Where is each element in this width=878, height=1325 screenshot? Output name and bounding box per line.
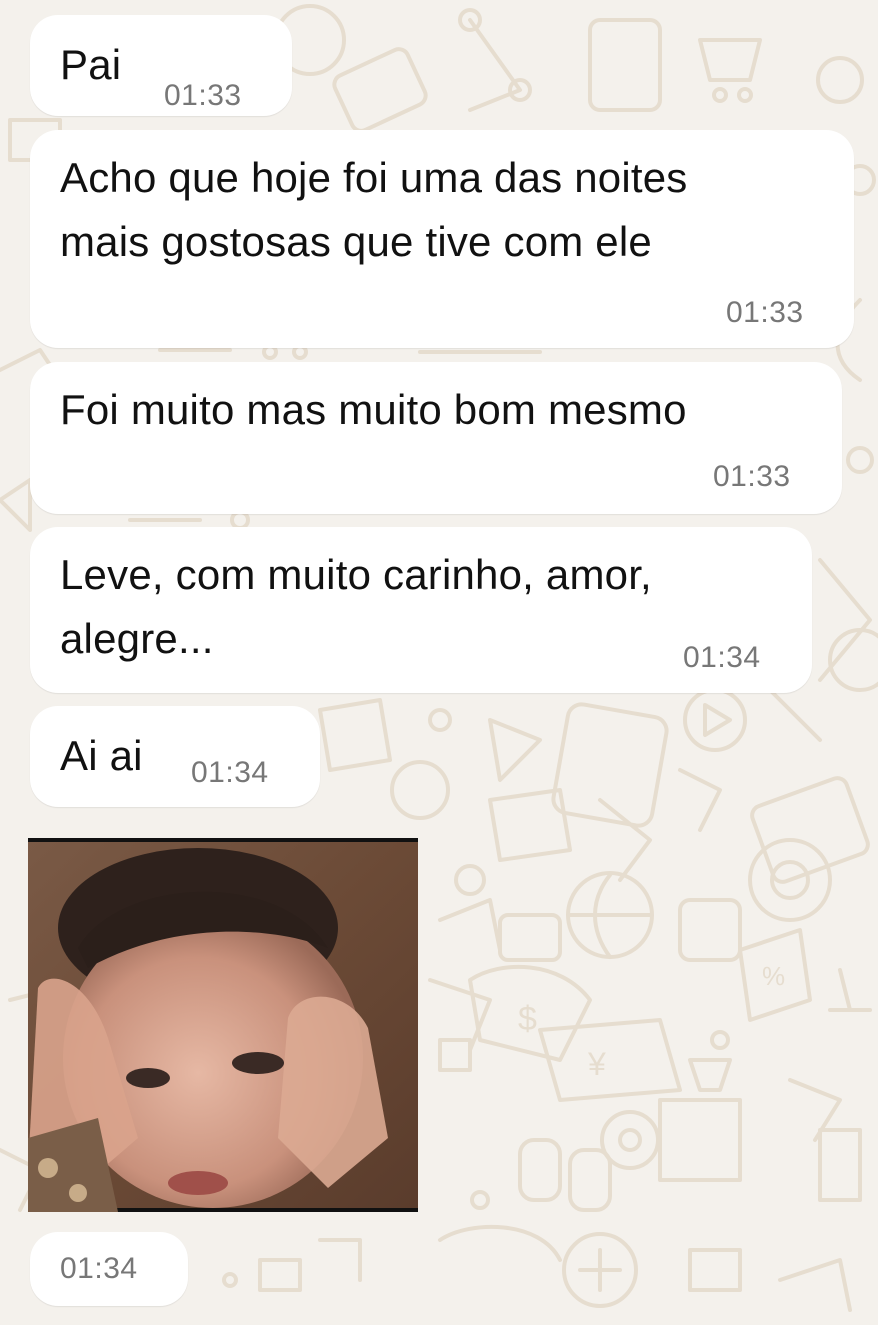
svg-text:%: % (762, 961, 785, 991)
message-bubble-5[interactable]: Ai ai 01:34 (30, 706, 320, 807)
message-text: Leve, com muito carinho, amor, alegre... (60, 551, 652, 662)
message-text: Foi muito mas muito bom mesmo (60, 386, 687, 433)
child-photo-image (28, 838, 418, 1212)
message-text: Acho que hoje foi uma das noites mais go… (60, 154, 688, 265)
message-bubble-2[interactable]: Acho que hoje foi uma das noites mais go… (30, 130, 854, 348)
media-timestamp-chip: 01:34 (30, 1232, 188, 1306)
message-timestamp: 01:34 (60, 1252, 138, 1285)
svg-text:¥: ¥ (587, 1046, 606, 1082)
message-bubble-4[interactable]: Leve, com muito carinho, amor, alegre...… (30, 527, 812, 693)
message-timestamp: 01:33 (713, 460, 791, 493)
message-bubble-3[interactable]: Foi muito mas muito bom mesmo 01:33 (30, 362, 842, 514)
svg-text:$: $ (518, 1000, 537, 1038)
message-bubble-1[interactable]: Pai 01:33 (30, 15, 292, 116)
message-timestamp: 01:33 (164, 79, 242, 112)
message-timestamp: 01:33 (726, 296, 804, 329)
message-timestamp: 01:34 (683, 641, 761, 674)
media-image[interactable] (28, 838, 418, 1212)
message-timestamp: 01:34 (191, 756, 269, 789)
message-text: Pai (60, 41, 122, 88)
message-text: Ai ai (60, 732, 143, 779)
